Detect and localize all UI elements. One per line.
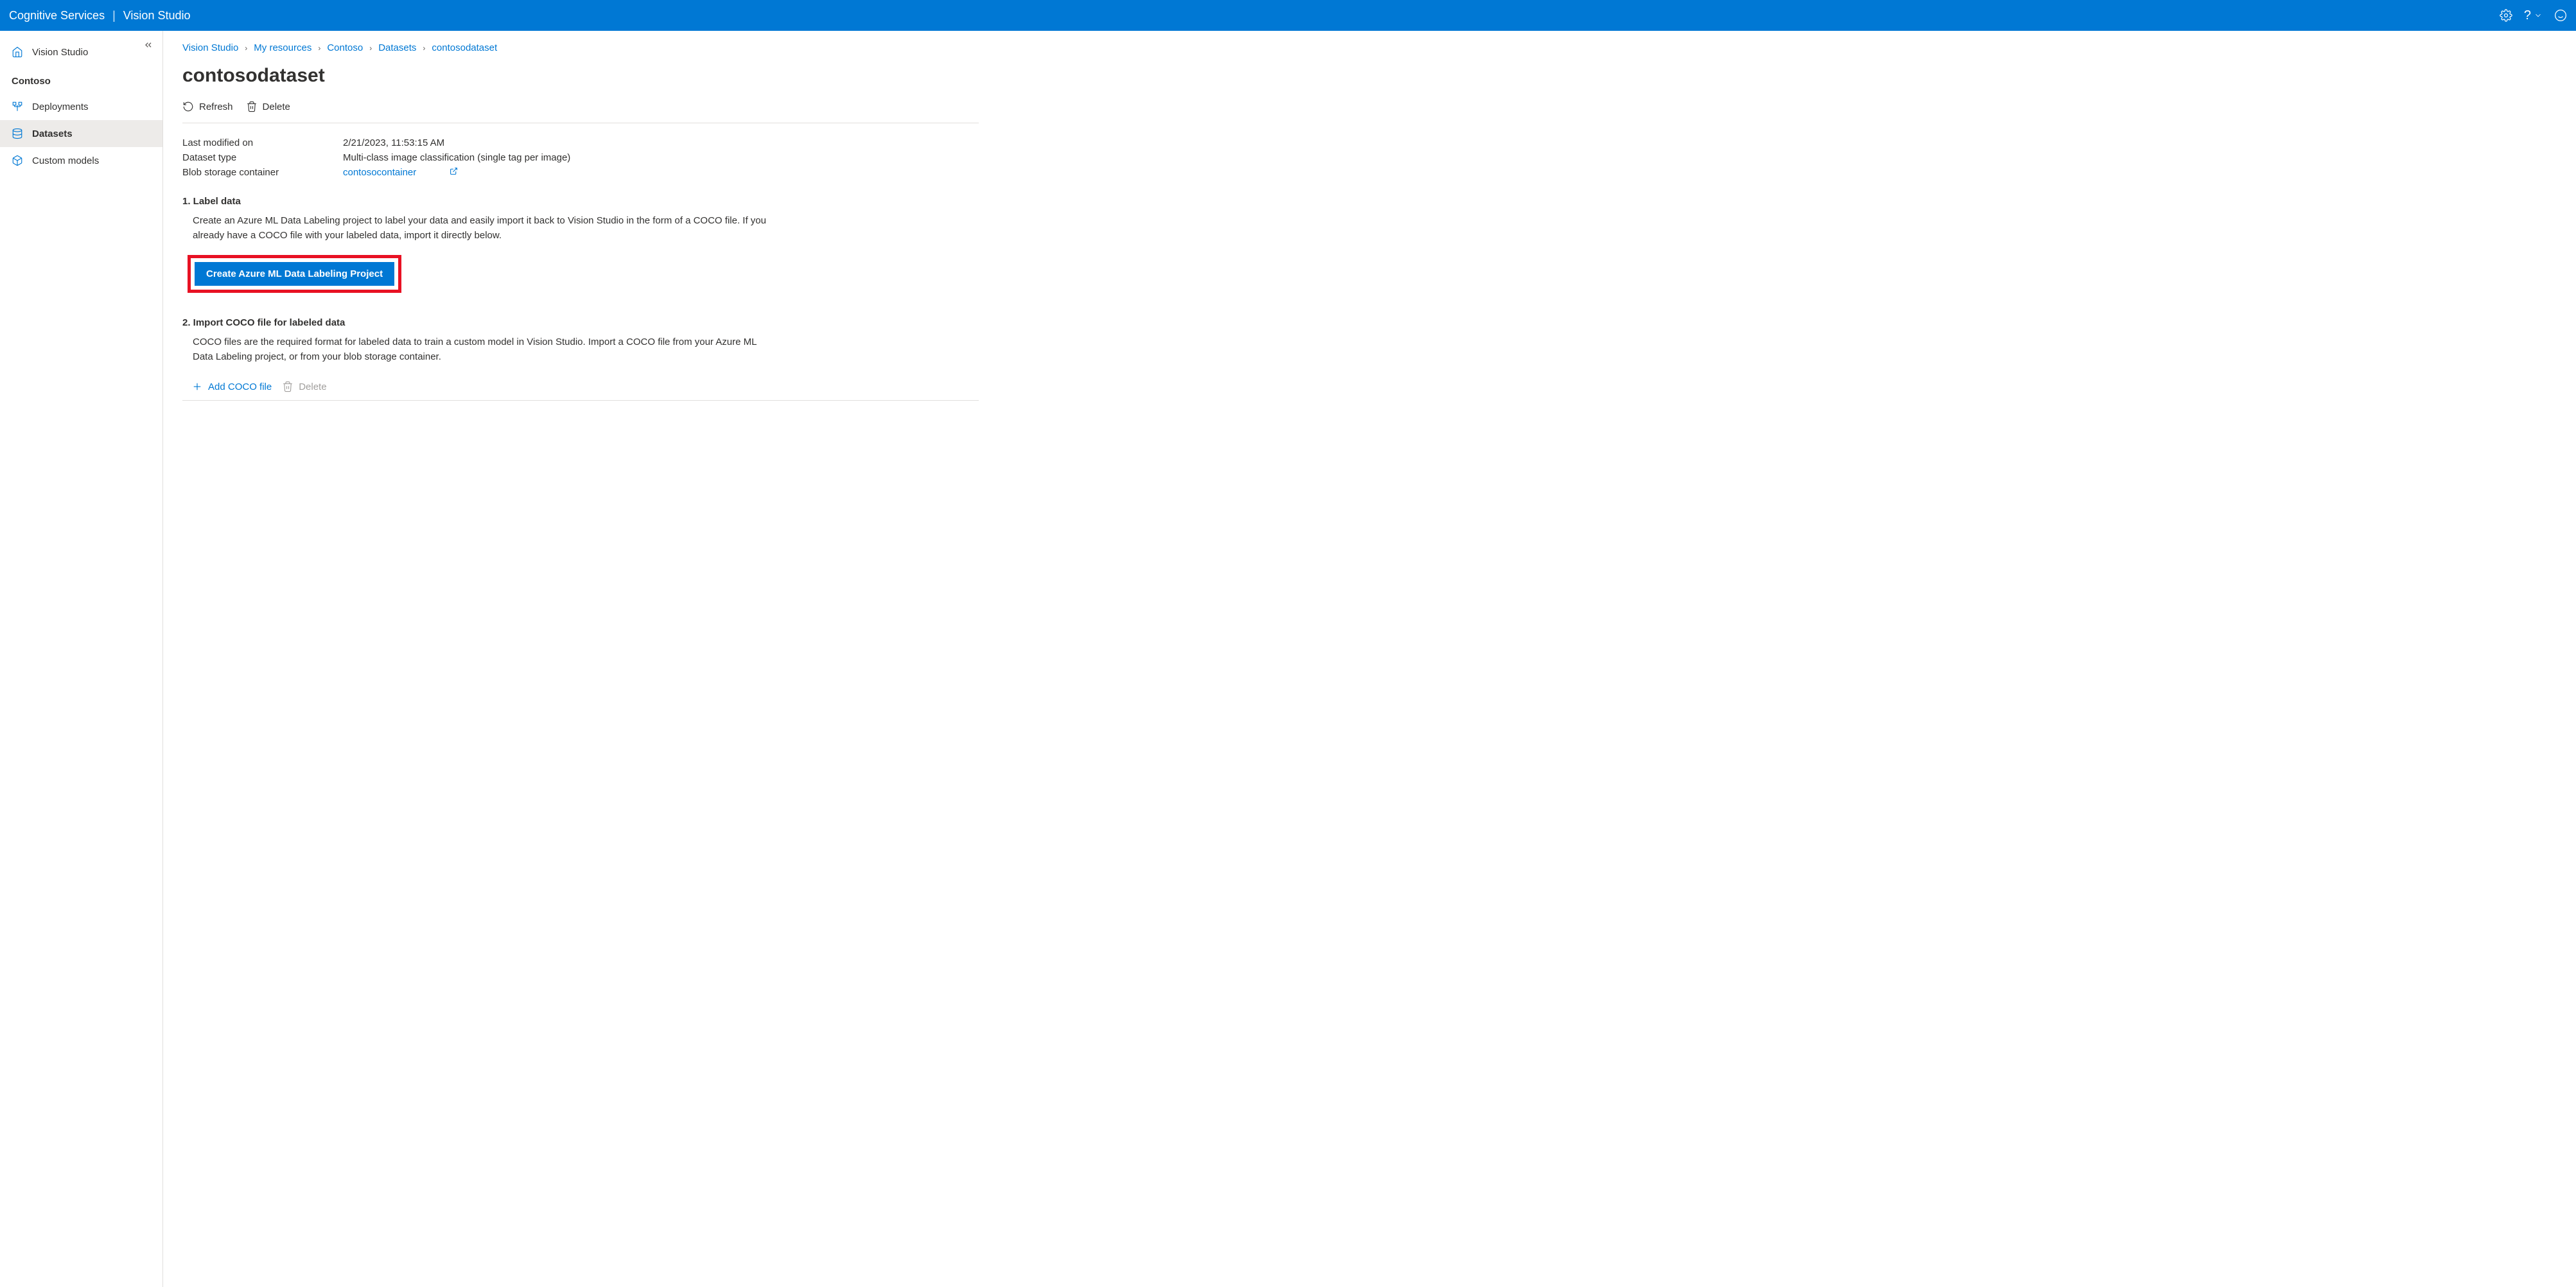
sidebar-item-datasets[interactable]: Datasets	[0, 120, 162, 147]
help-button[interactable]: ?	[2524, 8, 2543, 23]
refresh-button[interactable]: Refresh	[182, 101, 233, 112]
help-icon: ?	[2524, 8, 2531, 23]
info-label: Dataset type	[182, 152, 343, 163]
refresh-icon	[182, 101, 194, 112]
top-bar: Cognitive Services | Vision Studio ?	[0, 0, 2576, 31]
trash-icon	[282, 381, 294, 392]
chevron-right-icon: ›	[369, 44, 372, 53]
custom-models-icon	[12, 155, 23, 166]
top-bar-actions: ?	[2500, 8, 2567, 23]
delete-button[interactable]: Delete	[246, 101, 290, 112]
highlighted-annotation: Create Azure ML Data Labeling Project	[188, 255, 401, 293]
chevron-right-icon: ›	[318, 44, 320, 53]
blob-container-link[interactable]: contosocontainer	[343, 167, 458, 178]
info-label: Last modified on	[182, 137, 343, 148]
info-label: Blob storage container	[182, 167, 343, 178]
top-bar-title: Cognitive Services | Vision Studio	[9, 9, 191, 22]
chevron-right-icon: ›	[423, 44, 425, 53]
info-row-blob-container: Blob storage container contosocontainer	[182, 167, 979, 178]
sidebar-item-label: Custom models	[32, 155, 99, 166]
main-layout: Vision Studio Contoso Deployments Datase…	[0, 31, 2576, 1287]
section1-heading: 1. Label data	[182, 196, 979, 207]
studio-name[interactable]: Vision Studio	[123, 9, 191, 22]
breadcrumb-item[interactable]: Vision Studio	[182, 42, 238, 53]
breadcrumb-item[interactable]: Datasets	[378, 42, 416, 53]
plus-icon	[191, 381, 203, 392]
collapse-sidebar-button[interactable]	[143, 40, 153, 52]
breadcrumb-item[interactable]: Contoso	[327, 42, 363, 53]
blob-container-name: contosocontainer	[343, 167, 416, 178]
app-name[interactable]: Cognitive Services	[9, 9, 105, 22]
create-labeling-project-button[interactable]: Create Azure ML Data Labeling Project	[195, 262, 394, 286]
delete-coco-label: Delete	[299, 381, 326, 392]
page-toolbar: Refresh Delete	[182, 101, 979, 123]
trash-icon	[246, 101, 258, 112]
sidebar-item-label: Deployments	[32, 101, 89, 112]
chevron-down-icon	[2534, 11, 2543, 20]
datasets-icon	[12, 128, 23, 139]
content: Vision Studio › My resources › Contoso ›…	[163, 31, 998, 1287]
add-coco-label: Add COCO file	[208, 381, 272, 392]
delete-coco-button: Delete	[282, 381, 326, 392]
sidebar-resource-label[interactable]: Contoso	[0, 67, 162, 93]
refresh-label: Refresh	[199, 101, 233, 112]
sidebar-item-deployments[interactable]: Deployments	[0, 93, 162, 120]
breadcrumb: Vision Studio › My resources › Contoso ›…	[182, 42, 979, 53]
sidebar-item-label: Datasets	[32, 128, 73, 139]
external-link-icon	[450, 167, 458, 178]
breadcrumb-item[interactable]: My resources	[254, 42, 311, 53]
section1-body: Create an Azure ML Data Labeling project…	[182, 213, 773, 243]
delete-label: Delete	[263, 101, 290, 112]
deployments-icon	[12, 101, 23, 112]
info-row-dataset-type: Dataset type Multi-class image classific…	[182, 152, 979, 163]
breadcrumb-item-current: contosodataset	[432, 42, 497, 53]
coco-toolbar: Add COCO file Delete	[182, 376, 979, 401]
sidebar-home[interactable]: Vision Studio	[0, 37, 162, 67]
info-value: Multi-class image classification (single…	[343, 152, 570, 163]
info-value: 2/21/2023, 11:53:15 AM	[343, 137, 444, 148]
sidebar-item-custom-models[interactable]: Custom models	[0, 147, 162, 174]
home-icon	[12, 46, 23, 58]
page-title: contosodataset	[182, 65, 979, 87]
chevron-right-icon: ›	[245, 44, 247, 53]
feedback-icon[interactable]	[2554, 9, 2567, 22]
title-divider: |	[112, 9, 116, 22]
add-coco-file-button[interactable]: Add COCO file	[191, 381, 272, 392]
sidebar: Vision Studio Contoso Deployments Datase…	[0, 31, 163, 1287]
section2-heading: 2. Import COCO file for labeled data	[182, 317, 979, 328]
info-row-last-modified: Last modified on 2/21/2023, 11:53:15 AM	[182, 137, 979, 148]
sidebar-home-label: Vision Studio	[32, 47, 88, 58]
section2-body: COCO files are the required format for l…	[182, 335, 773, 365]
settings-icon[interactable]	[2500, 9, 2512, 22]
